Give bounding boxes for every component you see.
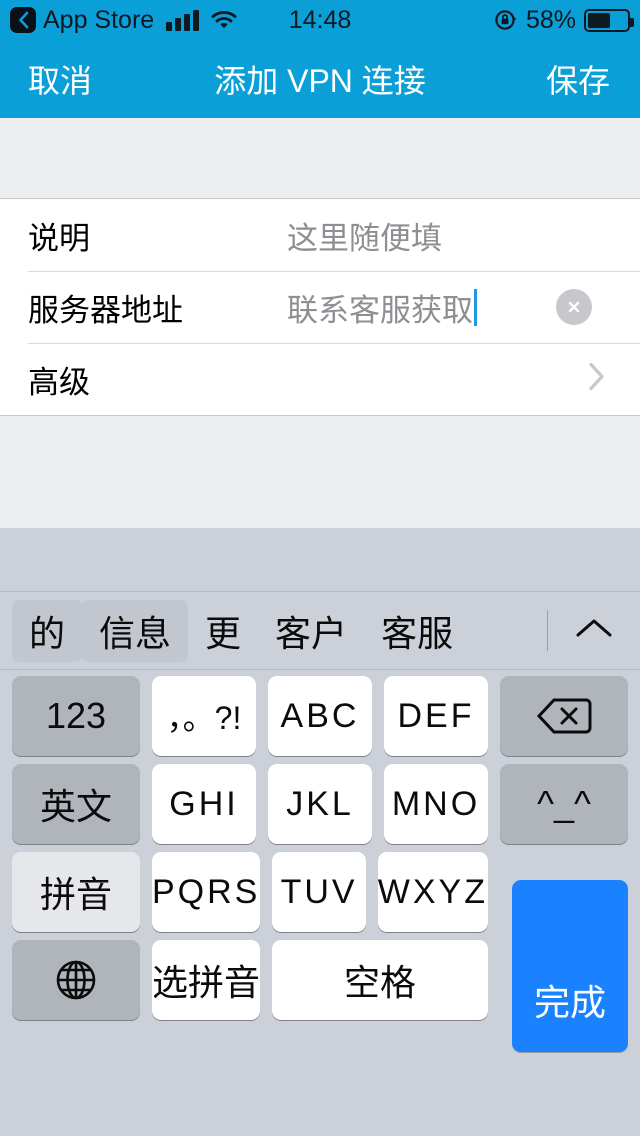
keyboard-top-gap [0, 528, 640, 592]
keyboard-row-1: 123 ，。?! ABC DEF [0, 676, 640, 764]
key-select-pinyin[interactable]: 选拼音 [152, 940, 260, 1020]
row-description-label: 说明 [28, 220, 90, 256]
key-punctuation[interactable]: ，。?! [152, 676, 256, 756]
text-caret [474, 288, 477, 326]
section-bottom-gap [0, 416, 640, 516]
chevron-up-icon [573, 615, 615, 646]
key-def[interactable]: DEF [384, 676, 488, 756]
key-english[interactable]: 英文 [12, 764, 140, 844]
chevron-right-icon [588, 362, 606, 397]
keyboard-row-2: 英文 GHI JKL MNO ^_^ [0, 764, 640, 852]
server-address-input[interactable]: 联系客服获取 [287, 285, 477, 330]
status-bar: App Store 14:48 58% [0, 0, 640, 40]
key-backspace[interactable] [500, 676, 628, 756]
backspace-icon [536, 696, 592, 736]
candidate-3[interactable]: 客户 [258, 600, 364, 662]
key-jkl[interactable]: JKL [268, 764, 372, 844]
chinese-keyboard: 的 信息 更 客户 客服 123 ，。?! ABC DEF 英文 GHI JKL… [0, 528, 640, 1136]
candidate-1[interactable]: 信息 [82, 599, 189, 662]
key-pinyin[interactable]: 拼音 [12, 852, 140, 932]
candidate-4[interactable]: 客服 [364, 600, 470, 662]
back-app-label[interactable]: App Store [43, 6, 154, 35]
candidate-0[interactable]: 的 [12, 599, 83, 662]
row-advanced[interactable]: 高级 [0, 343, 640, 415]
candidate-bar: 的 信息 更 客户 客服 [0, 592, 640, 670]
wifi-icon [211, 10, 237, 30]
key-globe[interactable] [12, 940, 140, 1020]
key-space[interactable]: 空格 [272, 940, 488, 1020]
key-pqrs[interactable]: PQRS [152, 852, 261, 932]
key-abc[interactable]: ABC [268, 676, 372, 756]
row-advanced-label: 高级 [28, 364, 90, 400]
section-top-gap [0, 118, 640, 199]
key-ghi[interactable]: GHI [152, 764, 256, 844]
battery-percent-label: 58% [525, 5, 576, 34]
status-bar-right: 58% [494, 6, 640, 35]
row-server-address[interactable]: 服务器地址 联系客服获取 [0, 271, 640, 343]
key-emoticon[interactable]: ^_^ [500, 764, 628, 844]
keyboard-rows: 123 ，。?! ABC DEF 英文 GHI JKL MNO ^_^ 拼音 P… [0, 670, 640, 1052]
key-done[interactable]: 完成 [512, 880, 628, 1052]
key-wxyz[interactable]: WXYZ [377, 852, 488, 932]
globe-icon [53, 957, 99, 1003]
chevron-left-icon [17, 11, 30, 29]
description-input[interactable]: 这里随便填 [287, 213, 442, 258]
phone-screen: App Store 14:48 58% 取消 添加 VPN 连接 保存 说明 这… [0, 0, 640, 1136]
row-description[interactable]: 说明 这里随便填 [0, 199, 640, 271]
cellular-signal-icon [166, 9, 202, 31]
row-server-address-label: 服务器地址 [28, 292, 183, 328]
key-123[interactable]: 123 [12, 676, 140, 756]
candidate-2[interactable]: 更 [188, 600, 258, 662]
key-tuv[interactable]: TUV [272, 852, 366, 932]
back-to-app-button[interactable] [10, 7, 36, 33]
save-button[interactable]: 保存 [546, 40, 610, 118]
server-address-value: 联系客服获取 [287, 292, 473, 328]
key-mno[interactable]: MNO [384, 764, 488, 844]
clear-text-icon[interactable] [556, 289, 592, 325]
page-title: 添加 VPN 连接 [214, 63, 426, 99]
vpn-settings-table: 说明 这里随便填 服务器地址 联系客服获取 高级 [0, 199, 640, 416]
battery-icon [584, 8, 634, 32]
content-area: 说明 这里随便填 服务器地址 联系客服获取 高级 [0, 118, 640, 528]
navigation-bar: 取消 添加 VPN 连接 保存 [0, 40, 640, 118]
rotation-lock-icon [494, 8, 518, 32]
status-bar-left: App Store [0, 6, 237, 35]
expand-candidates-button[interactable] [548, 592, 640, 669]
